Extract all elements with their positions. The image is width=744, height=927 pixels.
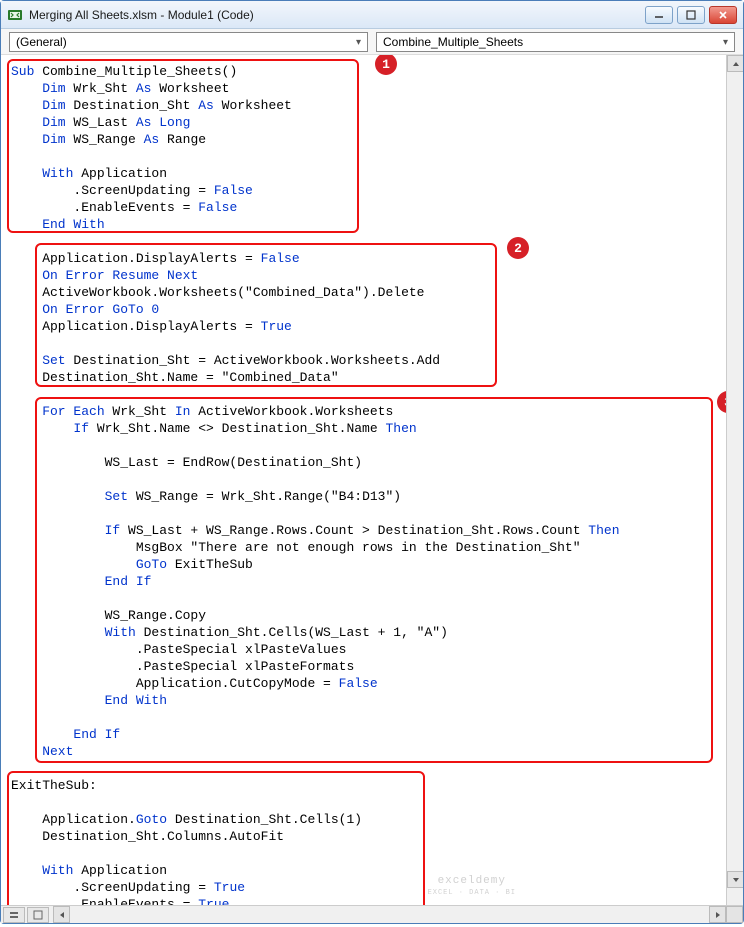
maximize-button[interactable] xyxy=(677,6,705,24)
chevron-down-icon: ▾ xyxy=(723,37,728,48)
object-procedure-row: (General) ▾ Combine_Multiple_Sheets ▾ xyxy=(1,29,743,55)
code-pane: Sub Combine_Multiple_Sheets() Dim Wrk_Sh… xyxy=(1,55,743,905)
window-title: Merging All Sheets.xlsm - Module1 (Code) xyxy=(29,8,645,22)
vertical-scrollbar[interactable] xyxy=(726,55,743,905)
scroll-down-arrow-icon[interactable] xyxy=(727,871,743,888)
scroll-right-arrow-icon[interactable] xyxy=(709,906,726,923)
object-dropdown-value: (General) xyxy=(16,35,67,49)
procedure-dropdown-value: Combine_Multiple_Sheets xyxy=(383,35,523,49)
close-button[interactable] xyxy=(709,6,737,24)
titlebar: Merging All Sheets.xlsm - Module1 (Code) xyxy=(1,1,743,29)
scroll-left-arrow-icon[interactable] xyxy=(53,906,70,923)
full-module-view-button[interactable] xyxy=(27,907,49,923)
scroll-corner xyxy=(726,906,743,923)
vbe-window: Merging All Sheets.xlsm - Module1 (Code)… xyxy=(0,0,744,924)
scroll-up-arrow-icon[interactable] xyxy=(727,55,743,72)
code-editor[interactable]: Sub Combine_Multiple_Sheets() Dim Wrk_Sh… xyxy=(1,55,726,905)
procedure-view-button[interactable] xyxy=(3,907,25,923)
minimize-button[interactable] xyxy=(645,6,673,24)
chevron-down-icon: ▾ xyxy=(356,37,361,48)
code-text: Sub Combine_Multiple_Sheets() Dim Wrk_Sh… xyxy=(11,63,722,905)
bottom-strip xyxy=(1,905,743,923)
procedure-dropdown[interactable]: Combine_Multiple_Sheets ▾ xyxy=(376,32,735,52)
window-buttons xyxy=(645,6,737,24)
app-icon xyxy=(7,7,23,23)
object-dropdown[interactable]: (General) ▾ xyxy=(9,32,368,52)
